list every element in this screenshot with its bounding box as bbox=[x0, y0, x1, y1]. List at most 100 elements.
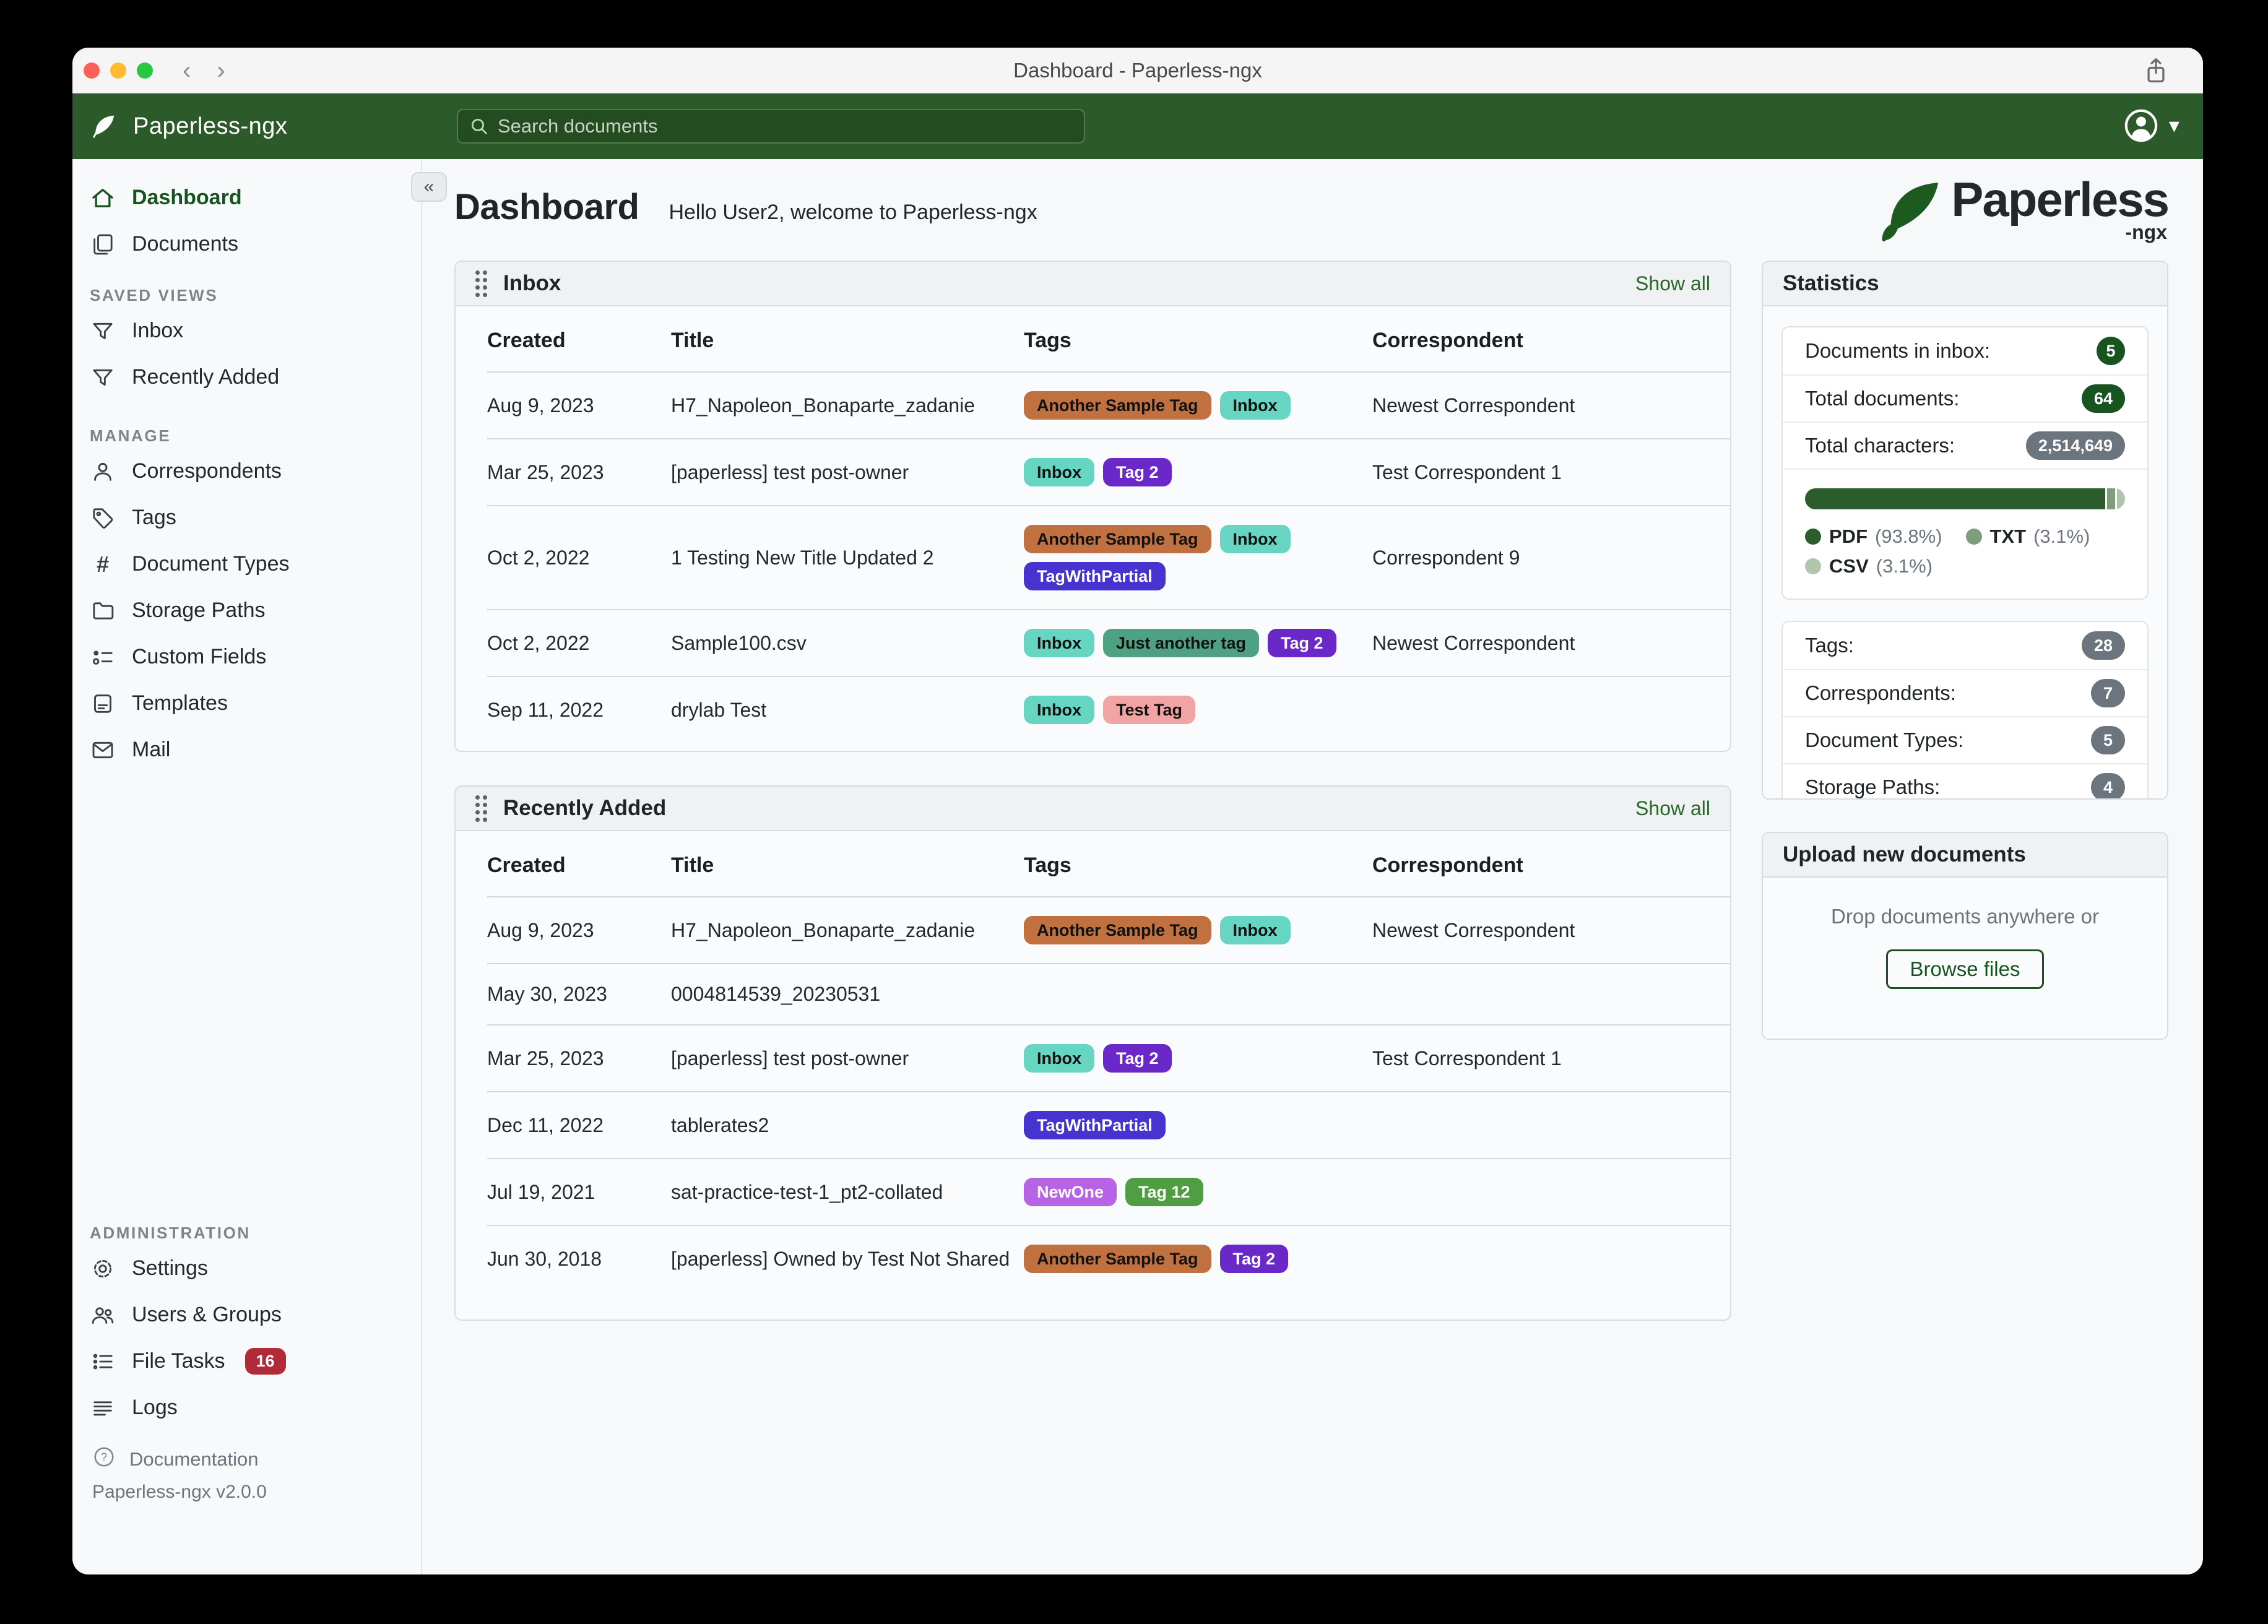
sidebar-item-inbox[interactable]: Inbox bbox=[72, 308, 421, 354]
widget-title: Upload new documents bbox=[1783, 842, 2026, 866]
tag-pill[interactable]: Inbox bbox=[1219, 525, 1291, 553]
tag-pill[interactable]: TagWithPartial bbox=[1024, 562, 1166, 590]
tag-pill[interactable]: Inbox bbox=[1024, 629, 1094, 657]
table-row[interactable]: Oct 2, 2022 1 Testing New Title Updated … bbox=[487, 506, 1730, 610]
tag-pill[interactable]: Inbox bbox=[1024, 1044, 1094, 1073]
tag-pill[interactable]: Inbox bbox=[1024, 458, 1094, 486]
tag-pill[interactable]: Tag 2 bbox=[1103, 458, 1172, 486]
table-row[interactable]: Dec 11, 2022 tablerates2 TagWithPartial bbox=[487, 1092, 1730, 1159]
tag-pill[interactable]: Another Sample Tag bbox=[1024, 391, 1211, 420]
paperless-logo: Paperless -ngx bbox=[1874, 175, 2170, 248]
tag-list: TagWithPartial bbox=[1024, 1111, 1365, 1139]
status-badge: 5 bbox=[2097, 337, 2125, 365]
tag-pill[interactable]: Inbox bbox=[1024, 696, 1094, 724]
sidebar-item-logs[interactable]: Logs bbox=[72, 1384, 421, 1431]
user-avatar-icon bbox=[2124, 109, 2158, 142]
stat-row: Total characters: 2,514,649 bbox=[1783, 421, 2147, 469]
table-header-row: Created Title Tags Correspondent bbox=[487, 853, 1523, 877]
home-icon bbox=[90, 185, 116, 211]
table-row[interactable]: Mar 25, 2023 [paperless] test post-owner… bbox=[487, 439, 1730, 506]
search-input[interactable] bbox=[498, 115, 1073, 137]
logo-suffix: -ngx bbox=[2125, 221, 2167, 243]
sidebar-item-users-groups[interactable]: Users & Groups bbox=[72, 1292, 421, 1338]
chevron-down-icon: ▾ bbox=[2168, 114, 2179, 137]
brand-name: Paperless-ngx bbox=[133, 113, 288, 139]
browse-files-button[interactable]: Browse files bbox=[1885, 949, 2045, 989]
tag-pill[interactable]: Inbox bbox=[1219, 391, 1291, 420]
sidebar-item-recently-added[interactable]: Recently Added bbox=[72, 354, 421, 400]
table-row[interactable]: Aug 9, 2023 H7_Napoleon_Bonaparte_zadani… bbox=[487, 372, 1730, 439]
tag-pill[interactable]: Inbox bbox=[1219, 916, 1291, 944]
documents-icon bbox=[90, 231, 116, 257]
tag-pill[interactable]: Tag 2 bbox=[1103, 1044, 1172, 1073]
legend-item: CSV (3.1%) bbox=[1805, 555, 1933, 577]
tag-list: NewOne Tag 12 bbox=[1024, 1178, 1365, 1206]
distribution-legend: PDF (93.8%) TXT (3.1%) CSV (3.1%) bbox=[1805, 525, 2125, 577]
sidebar-item-tags[interactable]: Tags bbox=[72, 495, 421, 541]
svg-text:?: ? bbox=[101, 1451, 107, 1463]
tag-pill[interactable]: Tag 2 bbox=[1268, 629, 1336, 657]
sidebar-item-templates[interactable]: Templates bbox=[72, 680, 421, 727]
drag-handle-icon[interactable] bbox=[475, 270, 487, 297]
filter-icon bbox=[90, 365, 116, 391]
filter-icon bbox=[90, 318, 116, 344]
tag-pill[interactable]: Another Sample Tag bbox=[1024, 1245, 1211, 1273]
search-icon bbox=[472, 119, 487, 134]
sidebar-item-file-tasks[interactable]: File Tasks 16 bbox=[72, 1338, 421, 1384]
table-row[interactable]: Mar 25, 2023 [paperless] test post-owner… bbox=[487, 1025, 1730, 1092]
tag-list: Another Sample Tag Inbox bbox=[1024, 916, 1365, 944]
folder-icon bbox=[90, 598, 116, 624]
sidebar-item-document-types[interactable]: # Document Types bbox=[72, 541, 421, 587]
inbox-widget: Inbox Show all Created Title Tags Corres… bbox=[454, 261, 1731, 752]
mail-icon bbox=[90, 737, 116, 763]
tag-pill[interactable]: Tag 2 bbox=[1219, 1245, 1289, 1273]
sidebar-item-correspondents[interactable]: Correspondents bbox=[72, 448, 421, 495]
sidebar-item-settings[interactable]: Settings bbox=[72, 1245, 421, 1292]
sidebar-item-storage-paths[interactable]: Storage Paths bbox=[72, 587, 421, 634]
tag-pill[interactable]: Test Tag bbox=[1103, 696, 1196, 724]
tag-pill[interactable]: Another Sample Tag bbox=[1024, 916, 1211, 944]
tag-list: Inbox Test Tag bbox=[1024, 696, 1365, 724]
tag-list: Inbox Tag 2 bbox=[1024, 458, 1365, 486]
inbox-table: Created Title Tags Correspondent Aug 9, … bbox=[487, 306, 1730, 743]
sidebar-item-mail[interactable]: Mail bbox=[72, 727, 421, 773]
status-badge: 5 bbox=[2090, 726, 2125, 754]
table-row[interactable]: Aug 9, 2023 H7_Napoleon_Bonaparte_zadani… bbox=[487, 897, 1730, 964]
table-row[interactable]: Oct 2, 2022 Sample100.csv Inbox Just anot… bbox=[487, 610, 1730, 676]
stats-group-primary: Documents in inbox: 5 Total documents: 6… bbox=[1781, 326, 2149, 600]
table-row[interactable]: Jul 19, 2021 sat-practice-test-1_pt2-col… bbox=[487, 1159, 1730, 1225]
question-icon: ? bbox=[92, 1445, 116, 1474]
table-row[interactable]: May 30, 2023 0004814539_20230531 bbox=[487, 964, 1730, 1025]
sidebar-collapse-button[interactable]: « bbox=[411, 172, 447, 202]
drag-handle-icon[interactable] bbox=[475, 795, 487, 822]
legend-dot-icon bbox=[1965, 529, 1982, 545]
table-header-row: Created Title Tags Correspondent bbox=[487, 329, 1523, 352]
share-icon[interactable] bbox=[2142, 56, 2170, 89]
tag-list: Another Sample Tag Tag 2 bbox=[1024, 1245, 1365, 1273]
documentation-link[interactable]: ? Documentation bbox=[72, 1442, 421, 1477]
leaf-icon bbox=[1882, 183, 1939, 242]
widget-title: Statistics bbox=[1783, 271, 1879, 295]
table-row[interactable]: Sep 11, 2022 drylab Test Inbox Test Tag bbox=[487, 676, 1730, 743]
upload-hint: Drop documents anywhere or bbox=[1831, 905, 2099, 928]
tag-pill[interactable]: Just another tag bbox=[1103, 629, 1260, 657]
search-bar[interactable] bbox=[457, 109, 1085, 144]
show-all-link[interactable]: Show all bbox=[1635, 272, 1710, 295]
tag-pill[interactable]: Another Sample Tag bbox=[1024, 525, 1211, 553]
stat-row: Document Types: 5 bbox=[1783, 716, 2147, 763]
hash-icon: # bbox=[96, 551, 110, 577]
tag-pill[interactable]: Tag 12 bbox=[1125, 1178, 1203, 1206]
sidebar-item-dashboard[interactable]: Dashboard bbox=[72, 175, 421, 221]
sidebar-item-documents[interactable]: Documents bbox=[72, 221, 421, 267]
app-version: Paperless-ngx v2.0.0 bbox=[92, 1482, 267, 1502]
tag-pill[interactable]: TagWithPartial bbox=[1024, 1111, 1166, 1139]
window-titlebar: ‹ › Dashboard - Paperless-ngx bbox=[72, 48, 2203, 93]
brand[interactable]: Paperless-ngx bbox=[90, 112, 287, 140]
tag-pill[interactable]: NewOne bbox=[1024, 1178, 1117, 1206]
show-all-link[interactable]: Show all bbox=[1635, 797, 1710, 820]
stats-group-secondary: Tags: 28 Correspondents: 7 Document Type… bbox=[1781, 621, 2149, 798]
user-menu[interactable]: ▾ bbox=[2123, 108, 2179, 144]
sidebar-item-custom-fields[interactable]: Custom Fields bbox=[72, 634, 421, 680]
template-icon bbox=[90, 691, 116, 717]
table-row[interactable]: Jun 30, 2018 [paperless] Owned by Test N… bbox=[487, 1225, 1730, 1292]
